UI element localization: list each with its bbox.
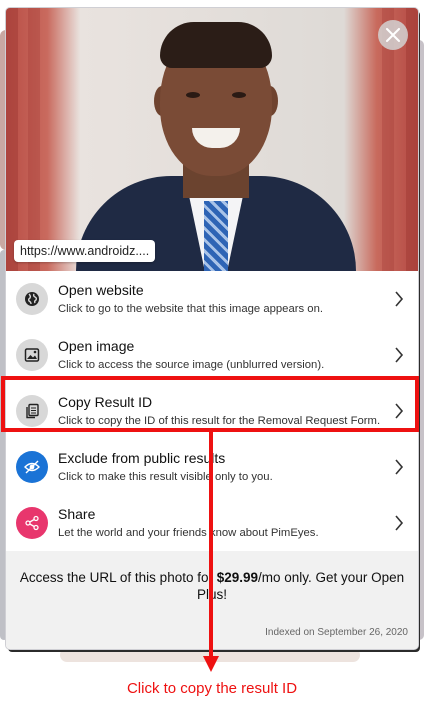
- chevron-right-icon: [395, 347, 404, 363]
- eye-off-icon: [16, 451, 48, 483]
- action-title: Share: [58, 505, 96, 522]
- chevron-right-icon: [395, 459, 404, 475]
- action-subtitle: Click to access the source image (unblur…: [58, 358, 325, 371]
- globe-icon: [16, 283, 48, 315]
- open-image-action[interactable]: Open image Click to access the source im…: [6, 327, 418, 383]
- chevron-right-icon: [395, 515, 404, 531]
- action-subtitle: Let the world and your friends know abou…: [58, 526, 319, 539]
- annotation-caption: Click to copy the result ID: [126, 680, 298, 697]
- indexed-date: Indexed on September 26, 2020: [265, 627, 408, 638]
- action-subtitle: Click to go to the website that this ima…: [58, 302, 323, 315]
- action-title: Exclude from public results: [58, 449, 226, 466]
- close-icon: [386, 28, 400, 42]
- source-url-badge[interactable]: https://www.androidz....: [14, 240, 156, 262]
- chevron-right-icon: [395, 291, 404, 307]
- promo-text-before: Access the URL of this photo for: [19, 570, 217, 585]
- open-website-action[interactable]: Open website Click to go to the website …: [6, 271, 418, 327]
- portrait: [76, 8, 356, 271]
- highlight-box: [1, 376, 419, 432]
- share-icon: [16, 507, 48, 539]
- promo-price: $29.99: [216, 570, 259, 585]
- action-subtitle: Click to make this result visible only t…: [58, 470, 273, 483]
- annotation-arrow-line: [209, 432, 213, 660]
- close-button[interactable]: [378, 20, 408, 50]
- action-title: Open image: [58, 337, 135, 354]
- annotation-arrow-head: [203, 656, 219, 672]
- image-icon: [16, 339, 48, 371]
- action-title: Open website: [58, 281, 144, 298]
- result-photo: https://www.androidz....: [6, 8, 418, 271]
